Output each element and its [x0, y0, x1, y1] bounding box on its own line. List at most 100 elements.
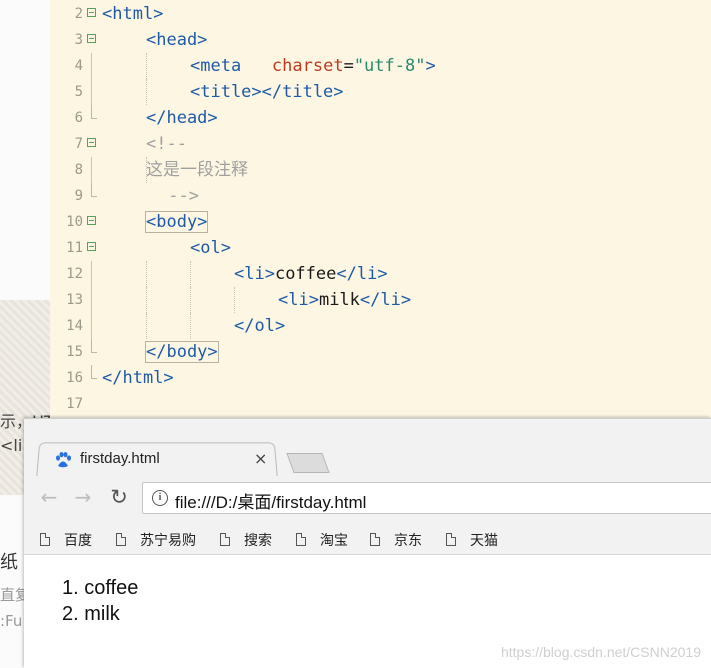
line-number: 5	[74, 84, 83, 100]
tab-title: firstday.html	[80, 450, 160, 467]
code-line[interactable]: 9 -->	[50, 183, 711, 209]
watermark: https://blog.csdn.net/CSNN2019	[500, 644, 701, 660]
code-text: <li>milk</li>	[278, 287, 411, 313]
line-number: 6	[74, 110, 83, 126]
page-icon	[116, 533, 126, 546]
line-number: 3	[74, 32, 83, 48]
fold-toggle-icon[interactable]	[87, 138, 96, 147]
bookmark-item[interactable]: 百度	[40, 530, 92, 549]
line-number: 4	[74, 58, 83, 74]
code-text: <ol>	[190, 235, 231, 261]
indent-guide	[190, 261, 191, 287]
code-line[interactable]: 13 <li>milk</li>	[50, 287, 711, 313]
reload-icon[interactable]: ↻	[106, 484, 132, 510]
indent-guide	[146, 313, 147, 339]
code-line[interactable]: 17	[50, 391, 711, 417]
fold-toggle-icon[interactable]	[87, 216, 96, 225]
bookmark-item[interactable]: 苏宁易购	[116, 530, 196, 549]
code-line[interactable]: 3 <head>	[50, 27, 711, 53]
code-line[interactable]: 6 </head>	[50, 105, 711, 131]
code-token: coffee	[274, 264, 337, 284]
indent-guide	[146, 53, 147, 79]
code-line[interactable]: 12 <li>coffee</li>	[50, 261, 711, 287]
info-icon[interactable]: i	[152, 490, 168, 506]
code-editor[interactable]: 2 <html> 3 <head> 4 <meta charset="utf-8"> 5 <t…	[50, 0, 711, 418]
code-text: <meta charset="utf-8">	[190, 53, 436, 79]
page-icon	[296, 533, 306, 546]
indent-guide	[190, 287, 191, 313]
code-text: </body>	[145, 339, 219, 365]
tab-close-icon[interactable]: ×	[254, 449, 267, 468]
fold-line	[91, 313, 92, 339]
fold-toggle-icon[interactable]	[87, 34, 96, 43]
line-number: 13	[66, 292, 83, 308]
code-token: <ol>	[190, 238, 231, 258]
code-line[interactable]: 4 <meta charset="utf-8">	[50, 53, 711, 79]
code-line[interactable]: 5 <title></title>	[50, 79, 711, 105]
code-text: <title></title>	[190, 79, 344, 105]
fold-line	[91, 157, 92, 183]
fold-line	[91, 53, 92, 79]
forward-arrow-icon[interactable]: →	[70, 484, 96, 510]
code-line[interactable]: 7 <!--	[50, 131, 711, 157]
new-tab-button[interactable]	[286, 453, 330, 473]
url-text[interactable]: file:///D:/桌面/firstday.html	[175, 488, 366, 513]
line-number: 9	[74, 188, 83, 204]
page-icon	[40, 533, 50, 546]
code-token: </html>	[102, 368, 174, 388]
bookmark-item[interactable]: 京东	[370, 530, 422, 549]
code-token: milk	[318, 290, 360, 310]
browser-toolbar: ← → ↻ i file:///D:/桌面/firstday.html	[24, 476, 711, 524]
code-token: <!--	[146, 134, 187, 154]
code-text: 这是一段注释	[146, 157, 248, 183]
code-text: </head>	[146, 105, 218, 131]
line-number: 17	[66, 396, 83, 412]
code-token: >	[425, 56, 436, 76]
indent-guide	[234, 287, 235, 313]
code-token: </li>	[359, 290, 412, 310]
code-token: <head>	[146, 30, 208, 50]
code-text: <!--	[146, 131, 187, 157]
browser-window: firstday.html × ← → ↻ i file:///D:/桌面/fi…	[24, 418, 711, 668]
fold-end-marker	[91, 339, 97, 353]
code-text: <li>coffee</li>	[234, 261, 388, 287]
code-token: <meta	[190, 56, 242, 76]
code-line[interactable]: 2 <html>	[50, 1, 711, 27]
code-token: charset	[271, 56, 344, 76]
code-token: </head>	[146, 108, 218, 128]
bookmark-item[interactable]: 搜索	[220, 530, 272, 549]
bookmarks-bar: 百度 苏宁易购 搜索 淘宝 京东 天猫	[24, 524, 711, 555]
code-token: -->	[158, 186, 199, 206]
code-token: 这是一段注释	[146, 160, 248, 180]
indent-guide	[146, 287, 147, 313]
code-line[interactable]: 8 这是一段注释	[50, 157, 711, 183]
code-token: <html>	[102, 4, 164, 24]
line-number: 14	[66, 318, 83, 334]
indent-guide	[146, 79, 147, 105]
code-text: </html>	[102, 365, 174, 391]
page-icon	[370, 533, 380, 546]
fold-toggle-icon[interactable]	[87, 242, 96, 251]
back-arrow-icon[interactable]: ←	[36, 484, 62, 510]
bookmark-item[interactable]: 淘宝	[296, 530, 348, 549]
line-number: 2	[74, 6, 83, 22]
address-bar[interactable]: i file:///D:/桌面/firstday.html	[142, 482, 711, 514]
code-token: <li>	[278, 290, 319, 310]
fold-toggle-icon[interactable]	[87, 8, 96, 17]
code-line[interactable]: 16 </html>	[50, 365, 711, 391]
code-token: </ol>	[234, 316, 286, 336]
code-line[interactable]: 10 <body>	[50, 209, 711, 235]
background-text: 纸	[0, 552, 18, 573]
line-number: 11	[66, 240, 83, 256]
code-line[interactable]: 15 </body>	[50, 339, 711, 365]
code-text: <body>	[144, 209, 209, 235]
line-number: 10	[66, 214, 83, 230]
background-text: :Fu	[0, 612, 23, 630]
line-number: 7	[74, 136, 83, 152]
code-line[interactable]: 14 </ol>	[50, 313, 711, 339]
code-token: <li>	[234, 264, 275, 284]
line-number: 16	[66, 370, 83, 386]
code-line[interactable]: 11 <ol>	[50, 235, 711, 261]
code-token: </body>	[145, 341, 219, 363]
bookmark-item[interactable]: 天猫	[446, 530, 498, 549]
